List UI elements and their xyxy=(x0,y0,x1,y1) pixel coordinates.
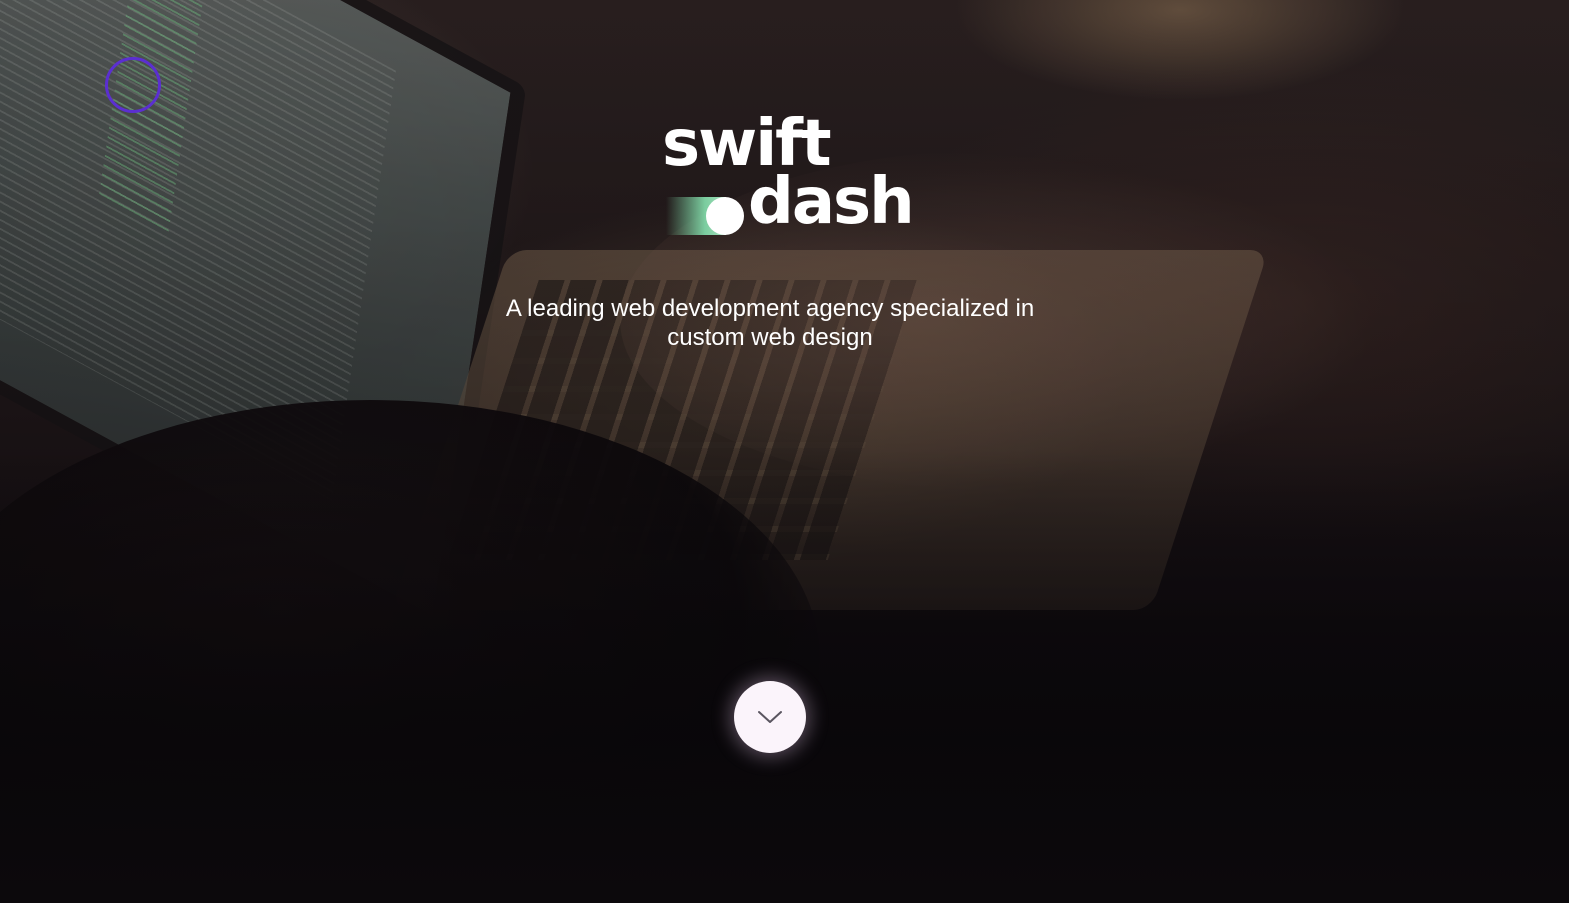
chevron-down-icon xyxy=(758,711,782,723)
hero-section: swift dash A leading web development age… xyxy=(0,0,1569,903)
hero-tagline: A leading web development agency special… xyxy=(505,295,1035,351)
scroll-down-button[interactable] xyxy=(734,681,806,753)
brand-logo[interactable]: swift dash xyxy=(660,112,915,242)
custom-cursor-ring xyxy=(105,57,161,113)
logo-mark-dot xyxy=(706,197,744,235)
logo-dash-mark xyxy=(666,197,746,235)
logo-word-dash: dash xyxy=(748,165,915,239)
